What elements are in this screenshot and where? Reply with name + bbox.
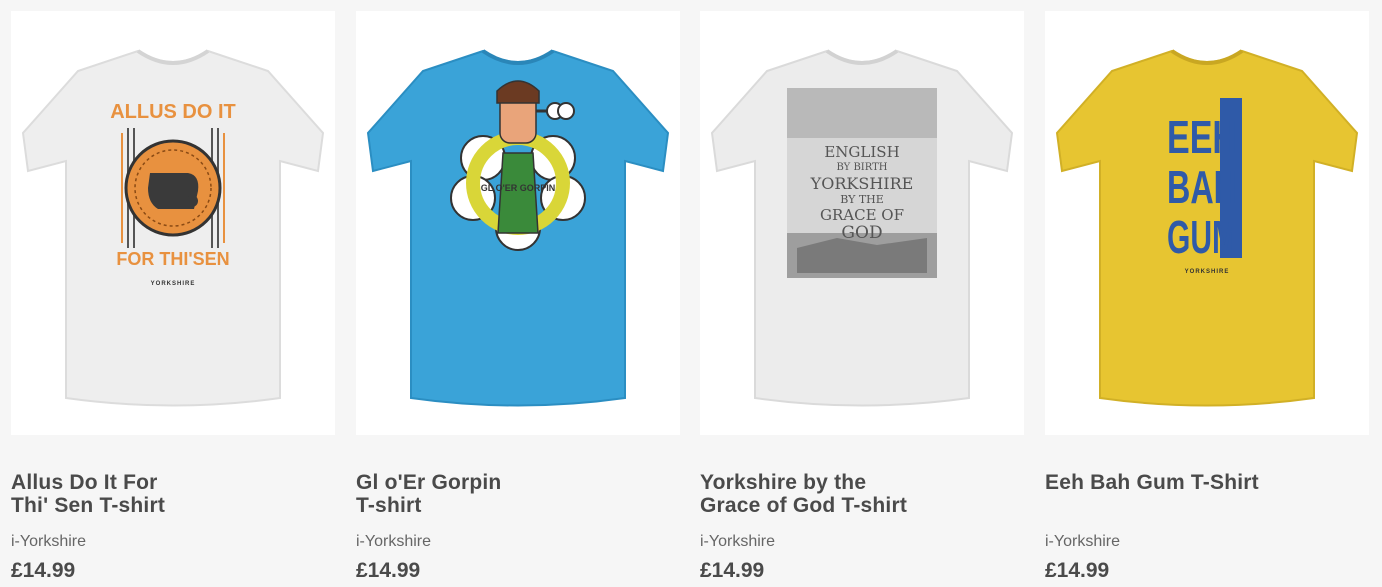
product-card[interactable]: ALLUS DO IT FOR THI'SEN YORKSHIRE Allus … bbox=[11, 11, 335, 583]
product-card[interactable]: ENGLISH BY BIRTH YORKSHIRE BY THE GRACE … bbox=[700, 11, 1024, 583]
tshirt-image: GL O'ER GORPIN bbox=[366, 49, 670, 407]
product-title[interactable]: Allus Do It For Thi' Sen T-shirt bbox=[11, 471, 335, 521]
product-image[interactable]: EEH BAH GUM YORKSHIRE bbox=[1045, 11, 1369, 435]
shirt-print: ENGLISH BY BIRTH YORKSHIRE BY THE GRACE … bbox=[787, 88, 937, 278]
svg-text:YORKSHIRE: YORKSHIRE bbox=[1185, 269, 1230, 275]
svg-text:GRACE OF: GRACE OF bbox=[820, 206, 904, 224]
svg-text:ALLUS DO IT: ALLUS DO IT bbox=[110, 101, 236, 123]
svg-text:EEH: EEH bbox=[1167, 111, 1237, 163]
svg-text:BY THE: BY THE bbox=[840, 193, 884, 206]
product-title[interactable]: Eeh Bah Gum T-Shirt bbox=[1045, 471, 1369, 521]
product-grid: ALLUS DO IT FOR THI'SEN YORKSHIRE Allus … bbox=[0, 0, 1382, 587]
svg-text:YORKSHIRE: YORKSHIRE bbox=[810, 174, 914, 193]
product-price: £14.99 bbox=[1045, 559, 1110, 582]
tshirt-image: ALLUS DO IT FOR THI'SEN YORKSHIRE bbox=[21, 49, 325, 407]
product-image[interactable]: ENGLISH BY BIRTH YORKSHIRE BY THE GRACE … bbox=[700, 11, 1024, 435]
product-vendor: i-Yorkshire bbox=[11, 533, 86, 550]
product-price: £14.99 bbox=[356, 559, 421, 582]
tshirt-image: EEH BAH GUM YORKSHIRE bbox=[1055, 49, 1359, 407]
svg-text:FOR THI'SEN: FOR THI'SEN bbox=[116, 249, 229, 269]
svg-text:BAH: BAH bbox=[1167, 161, 1237, 213]
svg-text:GOD: GOD bbox=[841, 223, 882, 243]
product-price: £14.99 bbox=[700, 559, 765, 582]
product-title[interactable]: Yorkshire by the Grace of God T-shirt bbox=[700, 471, 1024, 521]
product-card[interactable]: GL O'ER GORPIN Gl o'Er Gorpin T-shirt i-… bbox=[356, 11, 680, 583]
product-card[interactable]: EEH BAH GUM YORKSHIRE Eeh Bah Gum T-Shir… bbox=[1045, 11, 1369, 583]
svg-text:YORKSHIRE: YORKSHIRE bbox=[151, 281, 196, 287]
product-price: £14.99 bbox=[11, 559, 76, 582]
svg-text:BY BIRTH: BY BIRTH bbox=[837, 162, 888, 173]
tshirt-image: ENGLISH BY BIRTH YORKSHIRE BY THE GRACE … bbox=[710, 49, 1014, 407]
product-vendor: i-Yorkshire bbox=[700, 533, 775, 550]
product-vendor: i-Yorkshire bbox=[1045, 533, 1120, 550]
product-image[interactable]: ALLUS DO IT FOR THI'SEN YORKSHIRE bbox=[11, 11, 335, 435]
svg-text:ENGLISH: ENGLISH bbox=[824, 143, 899, 161]
product-vendor: i-Yorkshire bbox=[356, 533, 431, 550]
shirt-print: EEH BAH GUM YORKSHIRE bbox=[1167, 98, 1242, 275]
product-title[interactable]: Gl o'Er Gorpin T-shirt bbox=[356, 471, 680, 521]
product-image[interactable]: GL O'ER GORPIN bbox=[356, 11, 680, 435]
svg-text:GUM: GUM bbox=[1167, 211, 1237, 263]
svg-text:GL O'ER GORPIN: GL O'ER GORPIN bbox=[481, 183, 555, 193]
